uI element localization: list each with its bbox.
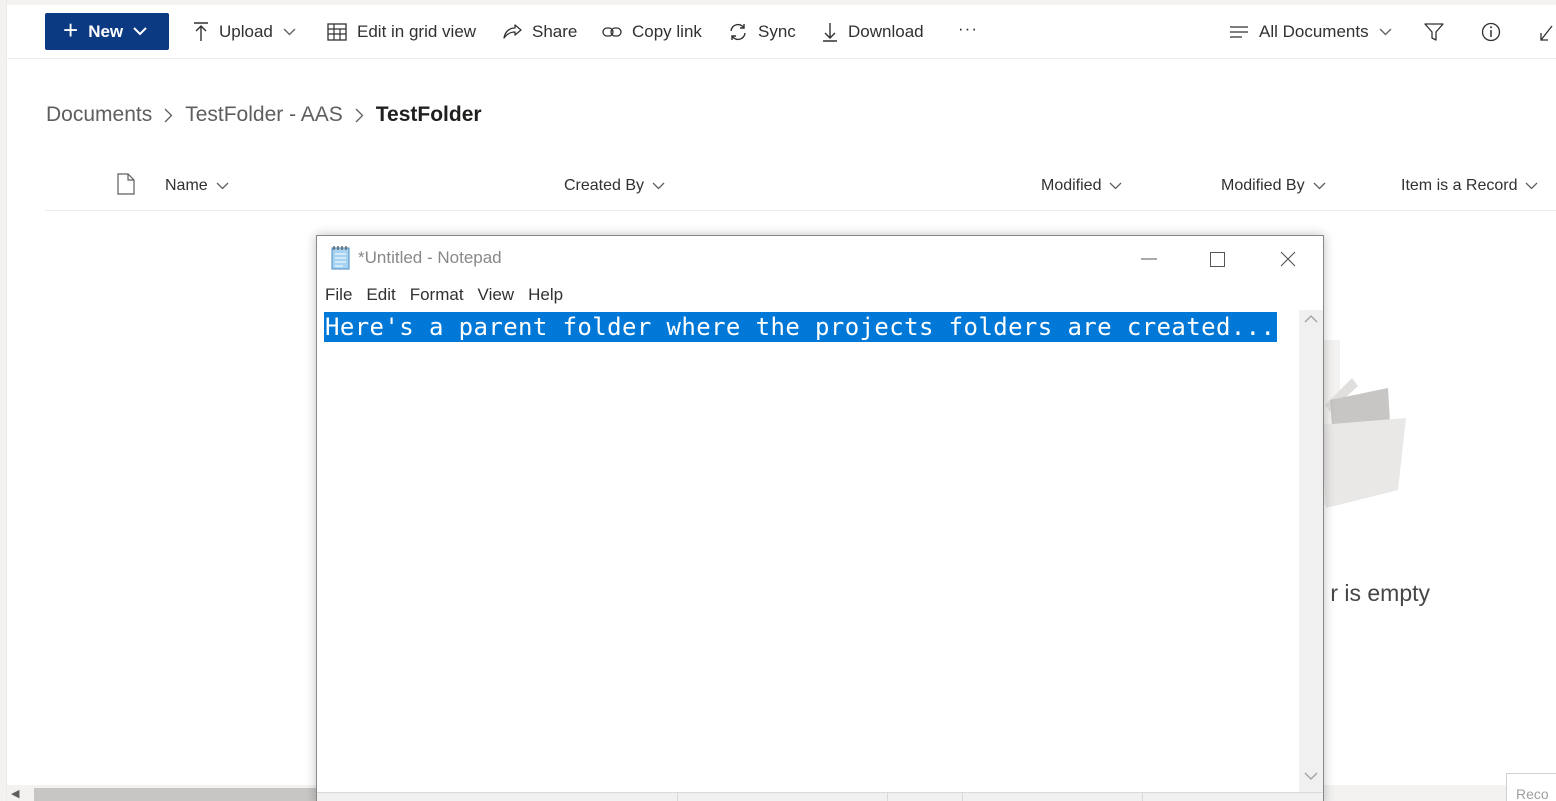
maximize-button[interactable] (1194, 242, 1240, 276)
column-item-is-record[interactable]: Item is a Record (1401, 177, 1538, 195)
selected-text[interactable]: Here's a parent folder where the project… (324, 312, 1278, 342)
share-button[interactable]: Share (502, 18, 577, 46)
scroll-down-icon[interactable] (1304, 772, 1318, 781)
file-type-column[interactable] (117, 173, 135, 195)
command-bar: + New Upload Edit in grid view Share Cop… (7, 5, 1556, 59)
record-pane-button[interactable]: Reco (1506, 773, 1556, 801)
info-button[interactable] (1481, 18, 1511, 46)
chevron-down-icon (216, 182, 229, 190)
notepad-icon (331, 246, 350, 270)
scroll-left-icon[interactable]: ◀ (11, 787, 19, 800)
more-button[interactable]: ··· (958, 15, 978, 43)
column-created-by-label: Created By (564, 177, 645, 194)
download-button[interactable]: Download (822, 18, 924, 46)
share-label: Share (532, 22, 578, 41)
chevron-down-icon (133, 27, 147, 36)
minimize-icon (1141, 258, 1157, 260)
sync-button[interactable]: Sync (728, 18, 796, 46)
breadcrumb-item-testfolder-aas[interactable]: TestFolder - AAS (185, 103, 343, 127)
info-icon (1481, 22, 1501, 42)
column-created-by[interactable]: Created By (564, 177, 665, 195)
edit-grid-label: Edit in grid view (357, 22, 477, 41)
sync-label: Sync (758, 22, 796, 41)
download-label: Download (848, 22, 924, 41)
breadcrumb: Documents TestFolder - AAS TestFolder (46, 103, 482, 127)
sync-icon (730, 23, 746, 41)
chevron-down-icon (1526, 182, 1538, 190)
notepad-text-area[interactable]: Here's a parent folder where the project… (317, 310, 1299, 790)
scrollbar-thumb[interactable] (34, 788, 324, 801)
column-name[interactable]: Name (165, 177, 229, 195)
notepad-vertical-scrollbar[interactable] (1299, 310, 1323, 792)
column-name-label: Name (165, 177, 208, 194)
notepad-title: *Untitled - Notepad (358, 248, 502, 267)
column-modified-by-label: Modified By (1221, 177, 1305, 194)
upload-button[interactable]: Upload (193, 18, 306, 46)
upload-icon (194, 22, 208, 41)
more-label: ··· (958, 19, 978, 38)
column-modified[interactable]: Modified (1041, 177, 1122, 195)
chevron-down-icon (652, 182, 665, 190)
column-modified-by[interactable]: Modified By (1221, 177, 1326, 195)
menu-file[interactable]: File (325, 285, 352, 305)
link-icon (602, 27, 622, 37)
chevron-down-icon (1110, 182, 1122, 190)
upload-label: Upload (219, 22, 273, 41)
notepad-status-bar (317, 792, 1323, 801)
status-divider (962, 793, 963, 801)
status-divider (887, 793, 888, 801)
plus-icon: + (63, 15, 79, 45)
view-switcher[interactable]: All Documents (1229, 18, 1402, 46)
status-divider (677, 793, 678, 801)
document-icon (117, 173, 135, 195)
copy-link-button[interactable]: Copy link (602, 18, 702, 46)
new-button[interactable]: + New (45, 13, 169, 50)
notepad-window: *Untitled - Notepad File Edit Format Vie… (316, 235, 1324, 801)
breadcrumb-item-documents[interactable]: Documents (46, 103, 152, 127)
menu-edit[interactable]: Edit (366, 285, 395, 305)
close-icon (1280, 251, 1296, 267)
menu-view[interactable]: View (478, 285, 515, 305)
status-divider (1142, 793, 1143, 801)
menu-help[interactable]: Help (528, 285, 563, 305)
minimize-button[interactable] (1126, 242, 1172, 276)
breadcrumb-current: TestFolder (375, 103, 482, 126)
scroll-up-icon[interactable] (1304, 314, 1318, 323)
new-label: New (88, 21, 124, 41)
chevron-down-icon (1379, 28, 1392, 36)
chevron-down-icon (283, 28, 296, 36)
notepad-title-bar[interactable]: *Untitled - Notepad (317, 236, 1323, 280)
expand-button[interactable] (1539, 18, 1556, 46)
edit-grid-button[interactable]: Edit in grid view (327, 18, 476, 46)
chevron-right-icon (164, 108, 173, 123)
close-button[interactable] (1265, 242, 1311, 276)
grid-icon (327, 23, 347, 41)
notepad-menu-bar: File Edit Format View Help (317, 282, 569, 308)
download-icon (823, 23, 837, 42)
chevron-right-icon (355, 108, 364, 123)
menu-format[interactable]: Format (410, 285, 464, 305)
maximize-icon (1209, 251, 1225, 267)
column-item-is-record-label: Item is a Record (1401, 177, 1518, 194)
list-view-icon (1230, 26, 1248, 38)
view-label: All Documents (1259, 22, 1369, 41)
share-icon (503, 24, 522, 39)
column-header-row: Name Created By Modified Modified By Ite… (45, 163, 1556, 211)
filter-button[interactable] (1424, 18, 1454, 46)
chevron-down-icon (1313, 182, 1326, 190)
filter-icon (1424, 23, 1444, 41)
left-edge (0, 0, 7, 801)
column-modified-label: Modified (1041, 177, 1102, 194)
expand-icon (1540, 25, 1553, 41)
copy-link-label: Copy link (632, 22, 702, 41)
